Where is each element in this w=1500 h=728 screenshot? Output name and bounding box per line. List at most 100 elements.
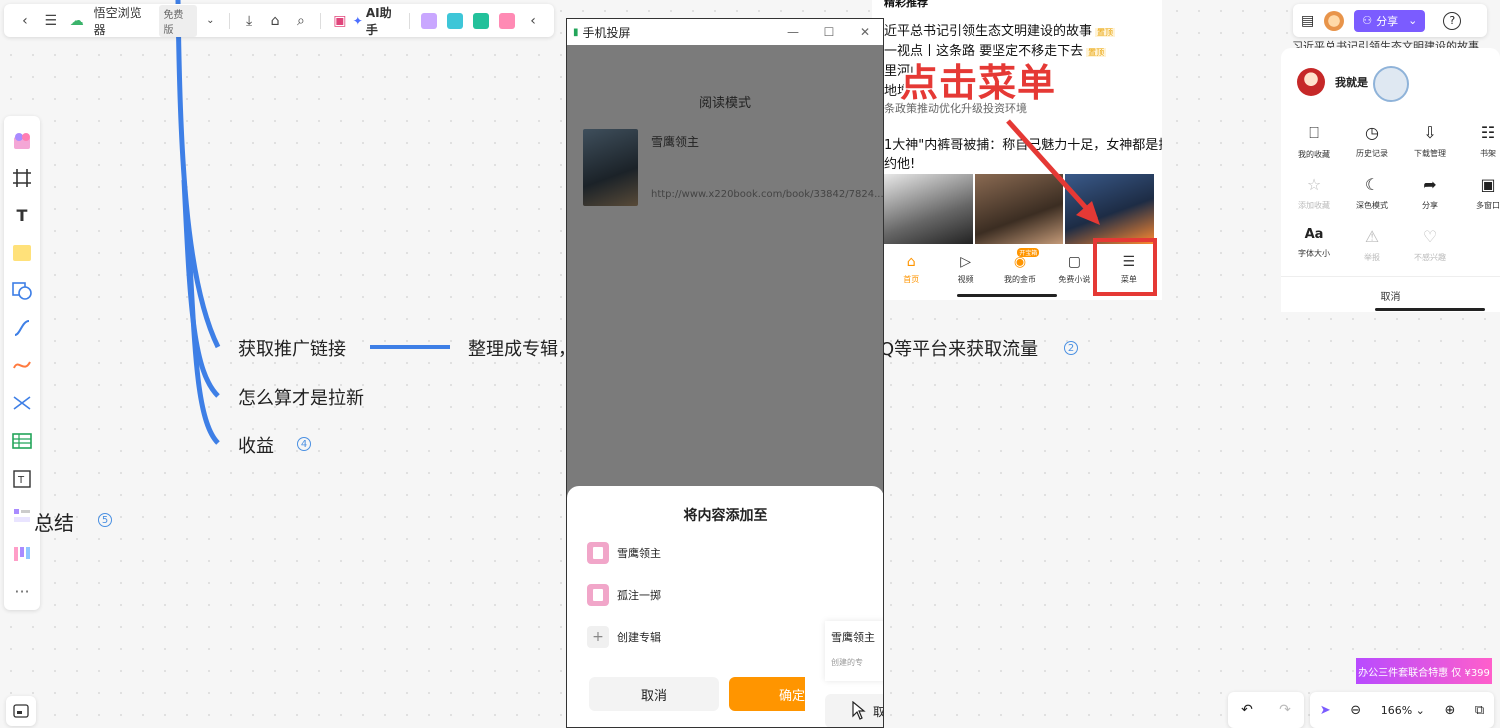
- image-plugin-icon[interactable]: [421, 12, 438, 29]
- node-album-continued[interactable]: Q等平台来获取流量: [880, 335, 1038, 361]
- share-button[interactable]: ⚇ 分享 ⌄: [1354, 9, 1426, 32]
- menu-item-dark-mode[interactable]: ☾ 深色模式: [1347, 175, 1397, 211]
- menu-item-label: 字体大小: [1298, 249, 1330, 258]
- undo-icon[interactable]: ↶: [1241, 702, 1253, 718]
- promo-banner[interactable]: 办公三件套联合特惠 仅 ¥399: [1356, 658, 1492, 684]
- nav-label: 首页: [903, 275, 920, 284]
- news-line: 近平总书记引领生态文明建设的故事 置顶: [884, 20, 1116, 39]
- star-icon: ☆: [1306, 175, 1322, 194]
- text-box-icon[interactable]: T: [9, 466, 35, 492]
- menu-item-favorites[interactable]: ⎕ 我的收藏: [1289, 123, 1339, 160]
- pen-icon[interactable]: [9, 353, 35, 379]
- text-icon[interactable]: T: [9, 203, 35, 229]
- album-name: 孤注一掷: [617, 589, 661, 602]
- heart-broken-icon: ♡: [1422, 227, 1438, 246]
- menu-item-downloads[interactable]: ⇩ 下载管理: [1405, 123, 1455, 159]
- menu-item-bookshelf[interactable]: ☷ 书架: [1463, 123, 1500, 159]
- zoom-out-icon[interactable]: ⊖: [1350, 703, 1361, 718]
- divider: [409, 12, 411, 29]
- menu-item-share[interactable]: ➦ 分享: [1405, 175, 1455, 211]
- connector-icon[interactable]: [9, 316, 35, 342]
- zoom-in-icon[interactable]: ⊕: [1444, 703, 1455, 718]
- menu-item-report[interactable]: ⚠ 举报: [1347, 227, 1397, 263]
- menu-item-not-interested[interactable]: ♡ 不感兴趣: [1405, 227, 1455, 263]
- kanban-icon[interactable]: [9, 541, 35, 567]
- node-get-link[interactable]: 获取推广链接: [238, 335, 346, 361]
- cancel-button[interactable]: 取消: [589, 677, 719, 711]
- menu-item-label: 添加收藏: [1298, 201, 1330, 210]
- confirm-button[interactable]: 确定: [729, 677, 805, 711]
- create-album-option[interactable]: + 创建专辑: [587, 626, 661, 648]
- doc-title[interactable]: 悟空浏览器: [94, 4, 154, 38]
- minimize-icon[interactable]: —: [775, 25, 811, 39]
- menu-item-font-size[interactable]: Aa 字体大小: [1289, 227, 1339, 259]
- chevron-down-icon[interactable]: ⌄: [197, 8, 223, 34]
- warning-icon: ⚠: [1364, 227, 1380, 246]
- menu-icon[interactable]: ☰: [38, 8, 64, 34]
- map-icon[interactable]: ⧉: [1475, 703, 1484, 718]
- avatar: [1297, 68, 1325, 96]
- search-icon[interactable]: ⌕: [288, 8, 314, 34]
- tag-icon[interactable]: ⌂: [262, 8, 288, 34]
- nav-video[interactable]: ▷ 视频: [938, 248, 992, 292]
- shape-icon[interactable]: [9, 278, 35, 304]
- top-toolbar: ‹ ☰ ☁ 悟空浏览器 免费版 ⌄ ⤓ ⌂ ⌕ ▣ ✦ AI助手 ‹: [4, 4, 554, 37]
- nav-coins[interactable]: ◉ 我的金币 开宝箱: [993, 248, 1047, 292]
- menu-cancel-button[interactable]: 取消: [1281, 288, 1500, 303]
- child-count-badge[interactable]: 2: [1064, 341, 1078, 355]
- shapes-library-icon[interactable]: [9, 128, 35, 154]
- collaborator-avatar[interactable]: [1324, 10, 1345, 31]
- p-plugin-icon[interactable]: [447, 12, 464, 29]
- menu-item-label: 深色模式: [1356, 201, 1388, 210]
- album-option[interactable]: 雪鹰领主: [587, 542, 661, 564]
- menu-item-add-favorite[interactable]: ☆ 添加收藏: [1289, 175, 1339, 211]
- menu-item-multi-window[interactable]: ▣ 多窗口: [1463, 175, 1500, 211]
- node-summary[interactable]: 总结: [34, 507, 74, 536]
- menu-item-label: 历史记录: [1356, 149, 1388, 158]
- menu-item-label: 我的收藏: [1298, 150, 1330, 159]
- redo-icon[interactable]: ↷: [1279, 702, 1291, 718]
- moon-icon: ☾: [1364, 175, 1380, 194]
- minimap-toggle-icon[interactable]: [6, 696, 36, 726]
- table-icon[interactable]: [9, 428, 35, 454]
- node-income[interactable]: 收益: [238, 432, 274, 458]
- ai-assistant-button[interactable]: ✦ AI助手: [353, 4, 404, 38]
- menu-item-label: 下载管理: [1414, 149, 1446, 158]
- flow-plugin-icon[interactable]: [499, 12, 516, 29]
- window-titlebar: ▮ 手机投屏 — ☐ ✕: [567, 19, 883, 45]
- add-to-sheet: 将内容添加至 雪鹰领主 孤注一掷 + 创建专辑 取消 确定 雪鹰领主 创建的专 取: [567, 486, 883, 727]
- home-icon: ⌂: [906, 254, 916, 270]
- more-icon[interactable]: ···: [9, 578, 35, 604]
- maximize-icon[interactable]: ☐: [811, 25, 847, 39]
- zoom-level[interactable]: 166% ⌄: [1381, 704, 1425, 717]
- album-option[interactable]: 孤注一掷: [587, 584, 661, 606]
- username: 我就是: [1335, 76, 1368, 89]
- calendar-icon[interactable]: ▣: [327, 8, 353, 34]
- menu-item-history[interactable]: ◷ 历史记录: [1347, 123, 1397, 159]
- free-badge: 免费版: [159, 4, 198, 37]
- close-icon[interactable]: ✕: [847, 25, 883, 39]
- toolbox-icon[interactable]: ▤: [1301, 13, 1314, 29]
- section-title: 精彩推荐: [884, 0, 928, 9]
- node-album[interactable]: 整理成专辑，: [468, 335, 576, 361]
- collapse-icon[interactable]: ‹: [520, 8, 546, 34]
- pointer-icon[interactable]: ➤: [1320, 703, 1331, 718]
- download-icon[interactable]: ⤓: [236, 8, 262, 34]
- nav-home[interactable]: ⌂ 首页: [884, 248, 938, 292]
- child-count-badge[interactable]: 4: [297, 437, 311, 451]
- frame-icon[interactable]: [9, 166, 35, 192]
- back-icon[interactable]: ‹: [12, 8, 38, 34]
- album-card[interactable]: 雪鹰领主 创建的专: [825, 621, 883, 681]
- child-count-badge[interactable]: 5: [98, 513, 112, 527]
- book-title[interactable]: 雪鹰领主: [651, 133, 699, 150]
- help-icon[interactable]: ?: [1443, 11, 1462, 30]
- sticky-note-icon[interactable]: [9, 241, 35, 267]
- ai-assistant-label: AI助手: [365, 5, 392, 37]
- book-cover[interactable]: [583, 129, 638, 206]
- share-plugin-icon[interactable]: [473, 12, 490, 29]
- add-user-icon: ⚇: [1362, 14, 1373, 27]
- bottom-controls: ↶ ↷ ➤ ⊖ 166% ⌄ ⊕ ⧉: [1228, 692, 1494, 728]
- list-template-icon[interactable]: [9, 503, 35, 529]
- mindmap-icon[interactable]: [9, 391, 35, 417]
- node-new-user[interactable]: 怎么算才是拉新: [238, 384, 364, 410]
